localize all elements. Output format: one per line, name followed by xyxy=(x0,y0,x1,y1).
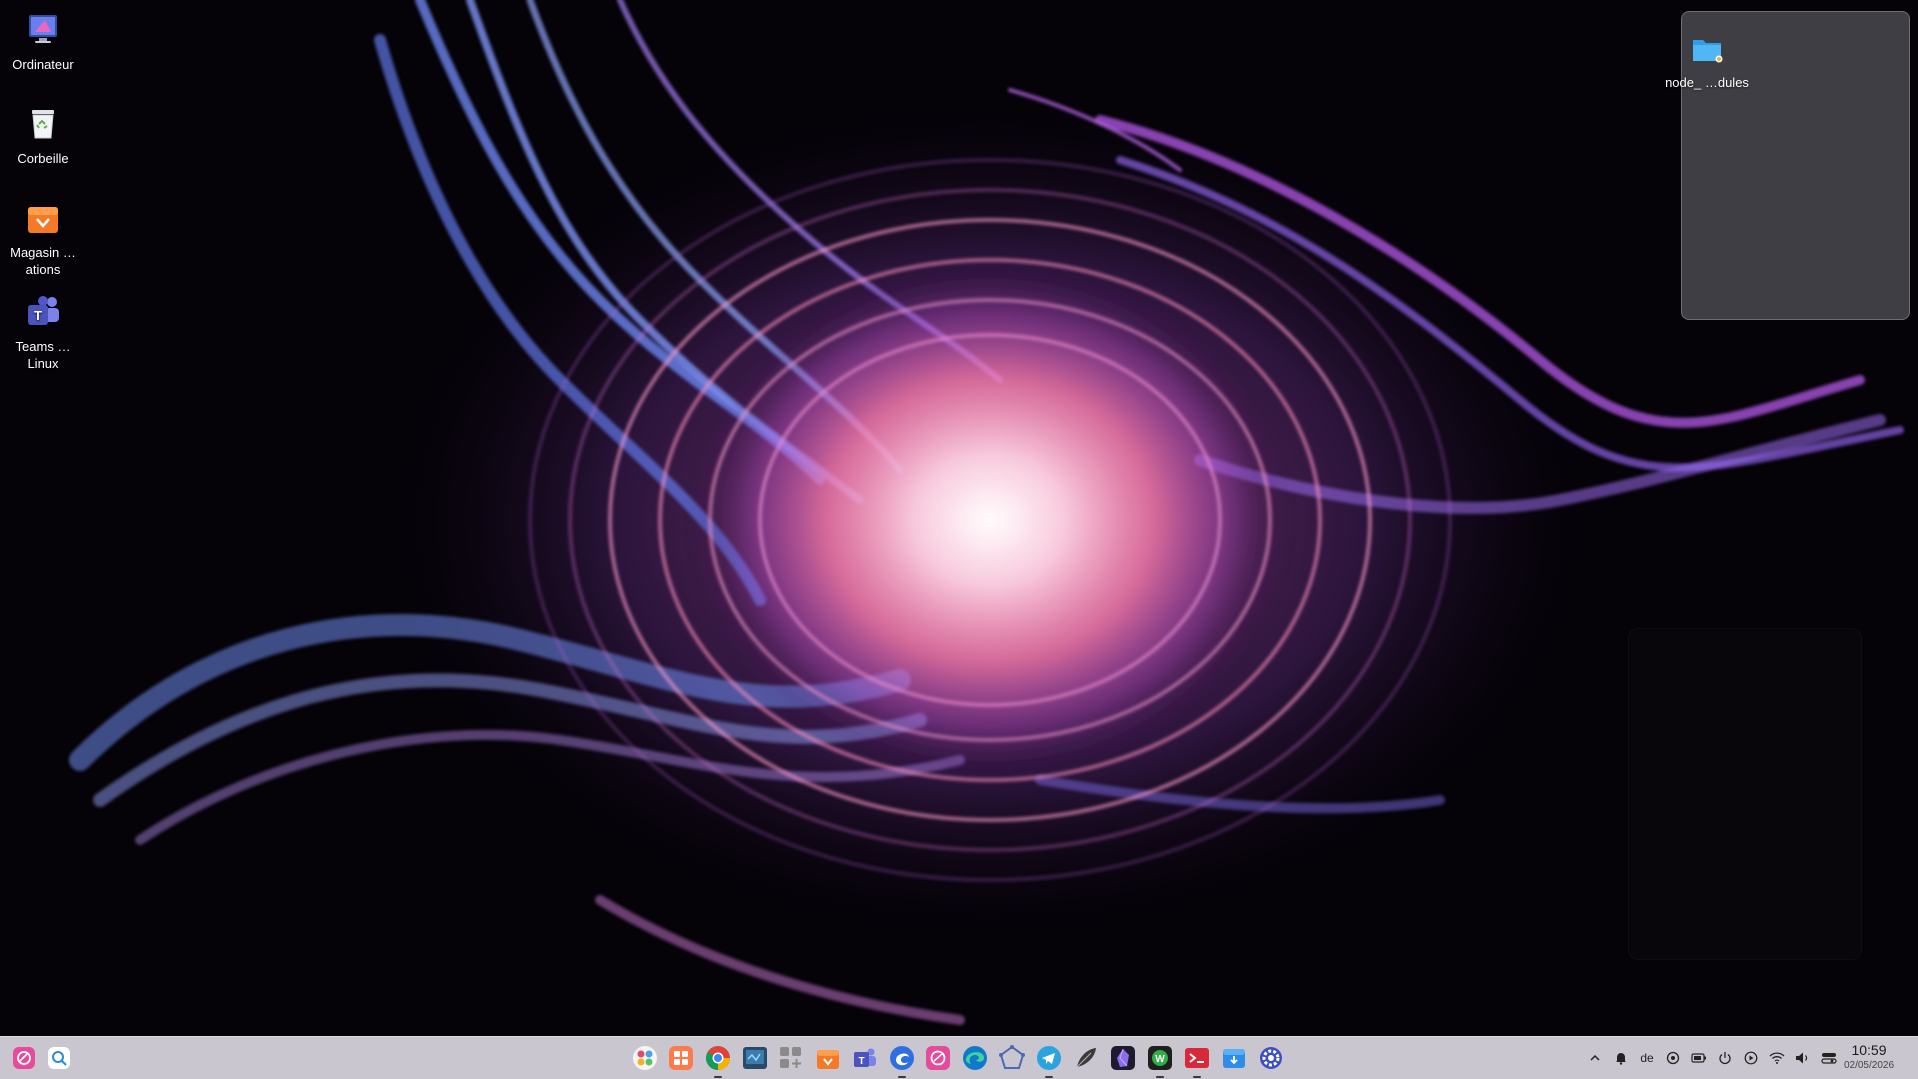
desktop-icon-label: Teams … Linux xyxy=(15,339,71,371)
volume-icon xyxy=(1796,1052,1808,1064)
taskbar-app-red-terminal[interactable] xyxy=(1182,1043,1212,1078)
desktop-icon-label: Magasin …ations xyxy=(10,245,76,277)
taskbar-app-grid[interactable] xyxy=(666,1043,696,1073)
taskbar-app-deepin[interactable] xyxy=(923,1043,953,1073)
taskbar-app-teams[interactable]: T xyxy=(850,1043,880,1073)
red-terminal-icon xyxy=(1185,1048,1209,1068)
desktop-icon-label: node_ …dules xyxy=(1665,75,1749,90)
desktop-icon-label: Corbeille xyxy=(17,151,69,166)
taskbar-app-edge[interactable] xyxy=(960,1043,990,1073)
tray-power[interactable] xyxy=(1715,1048,1735,1068)
browser-blue-icon xyxy=(890,1046,914,1070)
taskbar-app-package-installer[interactable] xyxy=(1219,1043,1249,1073)
wifi-icon xyxy=(1769,1052,1785,1064)
taskbar-app-obsidian[interactable] xyxy=(1108,1043,1138,1073)
chrome-icon xyxy=(706,1046,730,1070)
app-store-icon xyxy=(817,1050,839,1069)
app-indicator-icon xyxy=(1666,1051,1680,1065)
widgets-add-icon xyxy=(780,1047,801,1068)
search-button[interactable] xyxy=(45,1044,73,1072)
svg-text:W: W xyxy=(1155,1054,1165,1065)
keyboard-layout-label: de xyxy=(1640,1051,1654,1065)
power-icon xyxy=(1719,1052,1731,1065)
desktop-icon-trash[interactable]: Corbeille xyxy=(1,104,85,167)
edge-icon xyxy=(963,1046,987,1070)
teams-icon: T xyxy=(854,1048,876,1067)
trash-icon xyxy=(32,110,54,139)
settings-gear-icon xyxy=(1260,1047,1282,1069)
tray-notifications[interactable] xyxy=(1611,1048,1631,1068)
taskbar-app-terminal-monitor[interactable] xyxy=(740,1043,770,1073)
teams-icon: T xyxy=(28,296,59,325)
taskbar-app-widgets[interactable] xyxy=(776,1043,806,1073)
taskbar-app-screenshot[interactable] xyxy=(997,1043,1027,1073)
taskbar-app-browser[interactable] xyxy=(887,1043,917,1078)
tray-media[interactable] xyxy=(1741,1048,1761,1068)
screenshot-pentagon-icon xyxy=(999,1045,1025,1069)
tray-wifi[interactable] xyxy=(1767,1048,1787,1068)
bell-icon xyxy=(1616,1053,1626,1065)
taskbar-app-settings[interactable] xyxy=(1256,1043,1286,1073)
tray-keyboard-layout[interactable]: de xyxy=(1637,1048,1657,1068)
search-icon xyxy=(48,1047,70,1069)
package-installer-icon xyxy=(1223,1049,1245,1068)
taskbar-app-telegram[interactable] xyxy=(1034,1043,1064,1078)
taskbar-app-store[interactable] xyxy=(813,1043,843,1073)
desktop[interactable]: Ordinateur Corbeille Magasin …ations T T… xyxy=(0,0,1918,1036)
folder-icon xyxy=(1693,40,1723,63)
clock-date: 02/05/2026 xyxy=(1843,1060,1895,1071)
taskbar[interactable]: T W de 10:59 02/05/2026 xyxy=(0,1036,1918,1079)
desktop-icon-node-modules[interactable]: node_ …dules xyxy=(1665,30,1749,91)
feather-icon xyxy=(1076,1048,1096,1068)
tray-app-indicator[interactable] xyxy=(1663,1048,1683,1068)
launcher-button[interactable] xyxy=(10,1044,38,1072)
svg-text:T: T xyxy=(858,1056,864,1067)
wps-icon: W xyxy=(1148,1046,1172,1070)
desktop-icon-teams[interactable]: T Teams … Linux xyxy=(1,292,85,372)
svg-text:T: T xyxy=(34,308,42,323)
clock[interactable]: 10:59 02/05/2026 xyxy=(1834,1041,1904,1073)
faint-overlay-panel xyxy=(1628,628,1862,960)
obsidian-icon xyxy=(1111,1046,1135,1070)
taskbar-app-multitasking[interactable] xyxy=(630,1043,660,1073)
desktop-icon-label: Ordinateur xyxy=(12,57,74,72)
taskbar-app-wps[interactable]: W xyxy=(1145,1043,1175,1078)
telegram-icon xyxy=(1037,1046,1061,1070)
multitasking-view-icon xyxy=(633,1046,657,1070)
launcher-icon xyxy=(13,1047,35,1069)
taskbar-app-feather[interactable] xyxy=(1071,1043,1101,1073)
desktop-icon-computer[interactable]: Ordinateur xyxy=(1,10,85,73)
deepin-icon xyxy=(926,1046,950,1070)
app-store-icon xyxy=(28,207,58,233)
play-circle-icon xyxy=(1744,1051,1758,1065)
battery-icon xyxy=(1691,1053,1706,1063)
chevron-up-icon xyxy=(1590,1054,1600,1061)
tray-expand-button[interactable] xyxy=(1585,1048,1605,1068)
tray-battery[interactable] xyxy=(1689,1048,1709,1068)
computer-icon xyxy=(29,15,57,43)
taskbar-app-chrome[interactable] xyxy=(703,1043,733,1078)
clock-time: 10:59 xyxy=(1851,1042,1887,1058)
desktop-icon-app-store[interactable]: Magasin …ations xyxy=(1,198,85,278)
app-grid-icon xyxy=(669,1046,693,1070)
tray-volume[interactable] xyxy=(1793,1048,1813,1068)
terminal-monitor-icon xyxy=(743,1047,767,1069)
